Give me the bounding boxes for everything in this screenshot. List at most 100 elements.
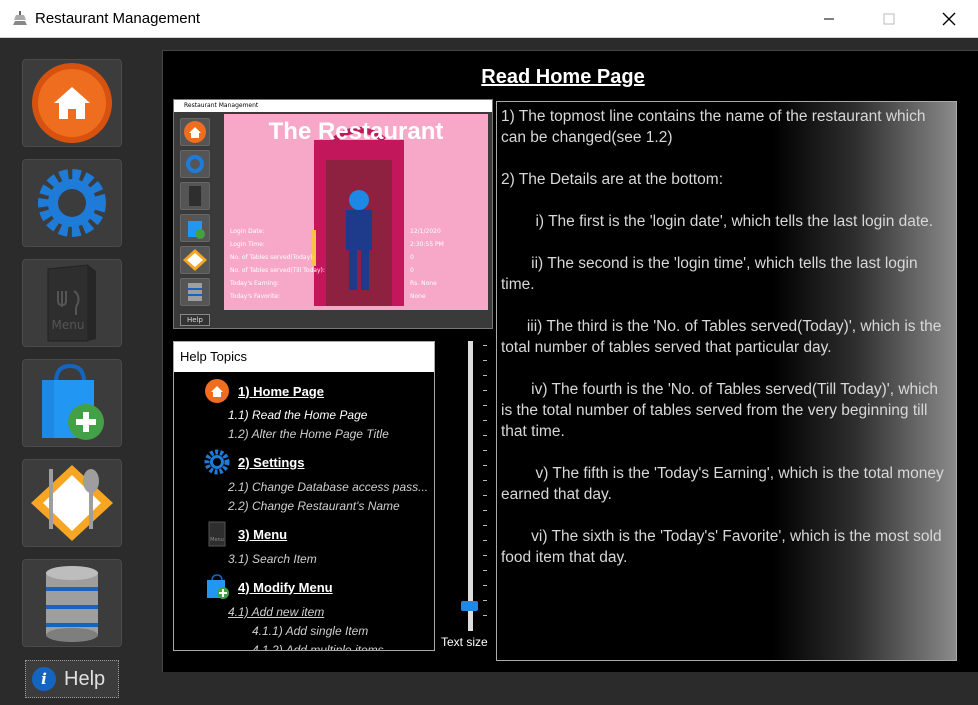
slider-tick: [483, 375, 487, 376]
status-bar: [162, 672, 978, 705]
topic-item-alter-title[interactable]: 1.2) Alter the Home Page Title: [228, 427, 389, 441]
home-icon: [32, 63, 112, 143]
slider-tick: [483, 465, 487, 466]
topic-item-change-db-pass[interactable]: 2.1) Change Database access pass...: [228, 480, 428, 494]
home-icon: [204, 378, 230, 404]
preview-detail-value: 2:30:55 PM: [410, 241, 444, 248]
help-content-text: 1) The topmost line contains the name of…: [496, 101, 957, 661]
preview-settings-button: [180, 150, 210, 178]
preview-detail-label: No. of Tables served(Till Today):: [230, 267, 325, 274]
dining-button[interactable]: [22, 459, 122, 547]
svg-text:Menu: Menu: [52, 318, 85, 332]
topic-item-add-new-item[interactable]: 4.1) Add new item: [228, 605, 324, 619]
preview-doorman-illustration: [312, 127, 404, 306]
slider-tick: [483, 570, 487, 571]
slider-track[interactable]: [468, 341, 473, 631]
preview-window-title: Restaurant Management: [174, 100, 492, 112]
help-button-label: Help: [64, 667, 106, 690]
slider-tick: [483, 525, 487, 526]
home-page-preview-image: Restaurant Management Help The Restauran…: [173, 99, 493, 329]
topic-label: 4) Modify Menu: [238, 579, 333, 595]
preview-detail-value: 0: [410, 267, 414, 274]
text-size-label: Text size: [441, 635, 488, 649]
shopping-bag-add-icon: [42, 363, 104, 440]
slider-tick: [483, 600, 487, 601]
app-icon: [10, 9, 30, 29]
slider-tick: [483, 555, 487, 556]
svg-text:Menu: Menu: [210, 537, 224, 543]
slider-tick: [483, 510, 487, 511]
preview-help-button: Help: [180, 314, 210, 326]
preview-detail-value: None: [410, 293, 426, 300]
topic-item-add-single[interactable]: 4.1.1) Add single Item: [252, 624, 368, 638]
settings-button[interactable]: [22, 159, 122, 247]
topic-item-change-name[interactable]: 2.2) Change Restaurant's Name: [228, 499, 400, 513]
preview-detail-value: 12/1/2020: [410, 228, 441, 235]
text-size-slider[interactable]: Text size: [441, 341, 495, 651]
slider-tick: [483, 345, 487, 346]
menu-button[interactable]: Menu: [22, 259, 122, 347]
minimize-button[interactable]: [806, 0, 852, 38]
help-main-panel: Read Home Page Restaurant Management Hel…: [162, 50, 978, 672]
topic-settings[interactable]: 2) Settings: [204, 449, 304, 475]
topic-home-page[interactable]: 1) Home Page: [204, 378, 324, 404]
topic-label: 3) Menu: [238, 526, 288, 542]
help-topics-tree[interactable]: Help Topics 1) Home Page 1.1) Read the H…: [173, 341, 435, 651]
slider-tick: [483, 615, 487, 616]
fork-spoon-plate-icon: [31, 465, 113, 541]
title-bar: Restaurant Management: [0, 0, 978, 38]
preview-detail-label: Today's Earning:: [230, 280, 279, 287]
slider-tick: [483, 390, 487, 391]
shopping-bag-add-icon: [204, 574, 230, 600]
topic-item-search-item[interactable]: 3.1) Search Item: [228, 552, 317, 566]
preview-detail-value: 0: [410, 254, 414, 261]
maximize-button[interactable]: [866, 0, 912, 38]
maximize-icon: [883, 13, 895, 25]
slider-handle[interactable]: [461, 601, 478, 611]
close-button[interactable]: [926, 0, 972, 38]
preview-detail-label: Login Time:: [230, 241, 265, 248]
database-button[interactable]: [22, 559, 122, 647]
preview-detail-value: Rs. None: [410, 280, 437, 287]
minimize-icon: [824, 18, 834, 20]
database-icon: [46, 566, 98, 642]
gear-icon: [204, 449, 230, 475]
preview-detail-label: No. of Tables served(Today):: [230, 254, 315, 261]
page-title: Read Home Page: [173, 61, 953, 93]
topic-item-add-multiple[interactable]: 4.1.2) Add multiple items: [252, 643, 384, 650]
preview-home-area: The Restaurant Login Date: 12/1/2020 Log…: [224, 114, 488, 310]
topic-modify-menu[interactable]: 4) Modify Menu: [204, 574, 333, 600]
preview-modify-button: [180, 214, 210, 242]
menu-book-icon: Menu: [204, 521, 230, 547]
modify-menu-button[interactable]: [22, 359, 122, 447]
slider-tick: [483, 540, 487, 541]
preview-detail-label: Today's Favorite:: [230, 293, 281, 300]
home-button[interactable]: [22, 59, 122, 147]
preview-dining-button: [180, 246, 210, 274]
slider-tick: [483, 420, 487, 421]
topic-menu[interactable]: Menu 3) Menu: [204, 521, 287, 547]
slider-tick: [483, 435, 487, 436]
slider-tick: [483, 405, 487, 406]
topic-item-read-home-page[interactable]: 1.1) Read the Home Page: [228, 408, 367, 422]
slider-tick: [483, 450, 487, 451]
close-icon: [942, 12, 956, 26]
preview-detail-label: Login Date:: [230, 228, 265, 235]
preview-database-button: [180, 278, 210, 306]
help-button[interactable]: i Help: [25, 660, 119, 698]
help-topics-header: Help Topics: [174, 342, 434, 372]
slider-tick: [483, 585, 487, 586]
window-title: Restaurant Management: [35, 10, 201, 27]
preview-restaurant-title: The Restaurant: [268, 118, 444, 145]
sidebar: Menu i Help: [0, 38, 150, 705]
topic-label: 1) Home Page: [238, 383, 324, 399]
preview-home-button: [180, 118, 210, 146]
slider-tick: [483, 495, 487, 496]
info-icon: i: [32, 667, 56, 691]
slider-tick: [483, 480, 487, 481]
gear-icon: [38, 169, 106, 237]
slider-tick: [483, 360, 487, 361]
topic-label: 2) Settings: [238, 454, 305, 470]
menu-book-icon: Menu: [47, 264, 96, 342]
preview-menu-button: [180, 182, 210, 210]
